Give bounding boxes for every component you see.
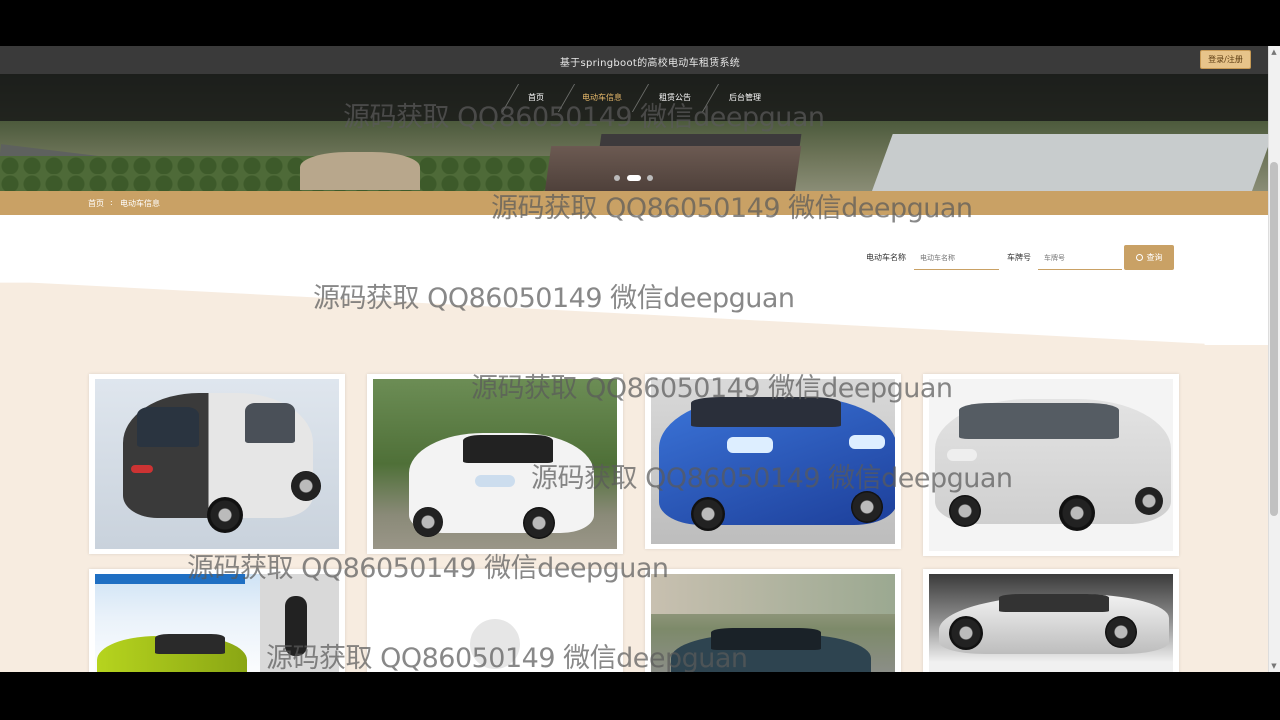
login-register-button[interactable]: 登录/注册 <box>1200 50 1251 69</box>
search-button[interactable]: 查询 <box>1124 245 1174 270</box>
scroll-up-icon[interactable]: ▲ <box>1270 48 1278 56</box>
watermark: 源码获取 QQ86050149 微信deepguan <box>471 373 953 404</box>
watermark: 源码获取 QQ86050149 微信deepguan <box>266 643 748 672</box>
scroll-down-icon[interactable]: ▼ <box>1270 662 1278 670</box>
carousel-dot[interactable] <box>614 175 620 181</box>
breadcrumb-current: 电动车信息 <box>120 199 160 208</box>
carousel-dot-active[interactable] <box>627 175 641 181</box>
watermark: 源码获取 QQ86050149 微信deepguan <box>531 463 1013 494</box>
vehicle-photo <box>95 379 339 549</box>
breadcrumb-home[interactable]: 首页 <box>88 198 104 209</box>
plate-number-label: 车牌号 <box>1007 253 1031 262</box>
watermark: 源码获取 QQ86050149 微信deepguan <box>313 283 795 314</box>
browser-viewport: 基于springboot的高校电动车租赁系统 登录/注册 首页 电动车信息 租赁… <box>0 46 1280 672</box>
watermark: 源码获取 QQ86050149 微信deepguan <box>343 102 825 133</box>
vehicle-card[interactable] <box>923 569 1179 672</box>
vehicle-name-label: 电动车名称 <box>866 253 906 262</box>
search-button-label: 查询 <box>1146 253 1163 262</box>
scrollbar-thumb[interactable] <box>1270 162 1278 516</box>
top-bar: 基于springboot的高校电动车租赁系统 登录/注册 <box>0 46 1280 74</box>
search-icon <box>1135 254 1143 261</box>
vehicle-photo <box>929 574 1173 672</box>
watermark: 源码获取 QQ86050149 微信deepguan <box>491 193 973 224</box>
carousel-dot[interactable] <box>647 175 653 181</box>
plate-number-input[interactable] <box>1038 246 1122 270</box>
site-title: 基于springboot的高校电动车租赁系统 <box>559 58 741 69</box>
breadcrumb-separator: : <box>110 198 113 207</box>
watermark: 源码获取 QQ86050149 微信deepguan <box>187 553 669 584</box>
vehicle-card[interactable] <box>89 374 345 554</box>
vehicle-name-input[interactable] <box>914 246 999 270</box>
